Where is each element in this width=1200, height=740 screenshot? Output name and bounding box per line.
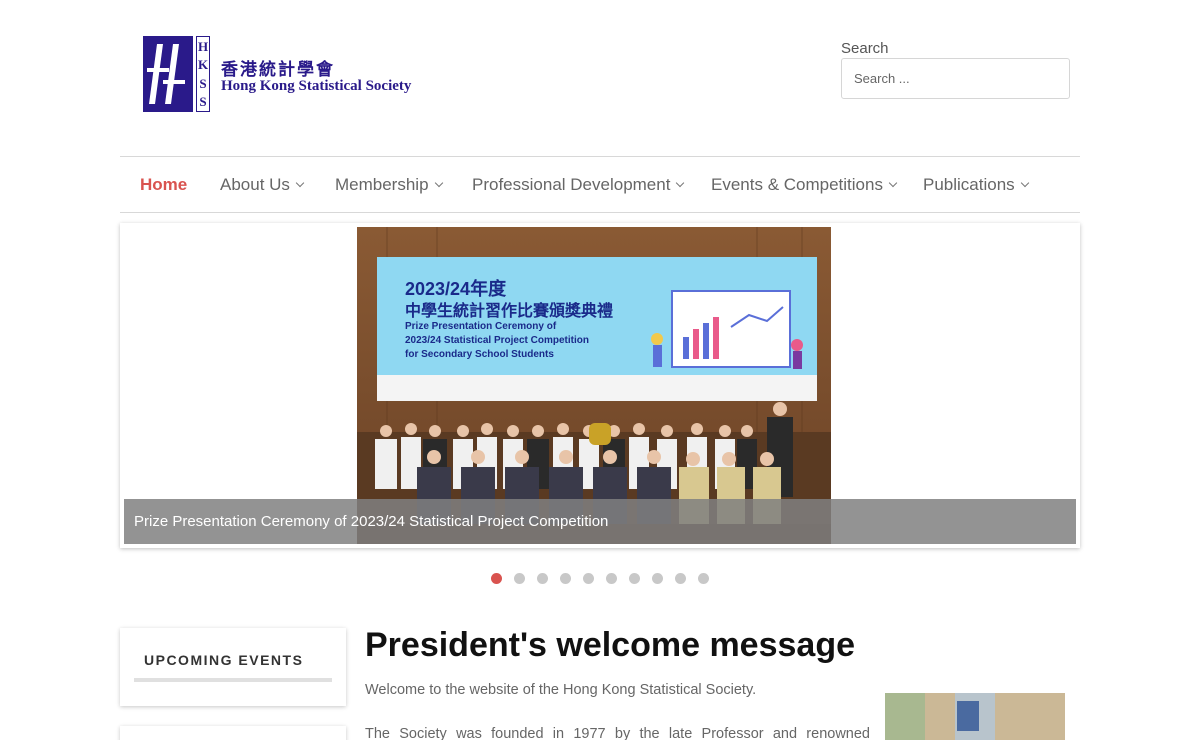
slider-dot[interactable] [514,573,525,584]
logo-letter: S [199,94,207,110]
image-slider[interactable]: 2023/24年度 中學生統計習作比賽頒獎典禮 Prize Presentati… [120,223,1080,548]
search-label: Search [841,40,889,57]
nav-item-label: Home [140,174,188,194]
nav-item-professional-development[interactable]: Professional Development [472,157,685,212]
history-paragraph: The Society was founded in 1977 by the l… [365,726,870,740]
logo-name-english: Hong Kong Statistical Society [221,78,412,94]
banner-line-1: Prize Presentation Ceremony of [405,321,557,332]
chevron-down-icon [676,178,685,187]
slider-dot[interactable] [606,573,617,584]
logo-letters: H K S S [196,36,210,112]
slider-dot[interactable] [491,573,502,584]
main-nav: Home About Us Membership Professional De… [120,156,1080,213]
nav-item-home[interactable]: Home [140,157,187,212]
logo-letter: H [197,38,209,54]
slider-dot[interactable] [537,573,548,584]
search-input[interactable] [841,58,1070,99]
upcoming-events-title: UPCOMING EVENTS [144,652,304,668]
nav-item-events-competitions[interactable]: Events & Competitions [711,157,898,212]
chevron-down-icon [434,178,443,187]
logo-name-chinese: 香港統計學會 [221,60,335,80]
logo-mark-icon [143,36,193,112]
slider-dot[interactable] [652,573,663,584]
nav-item-label: Publications [923,174,1015,194]
slide-image[interactable]: 2023/24年度 中學生統計習作比賽頒獎典禮 Prize Presentati… [357,227,831,544]
logo-letter: S [199,75,207,91]
nav-item-publications[interactable]: Publications [923,157,1029,212]
slider-pagination [491,573,721,584]
chevron-down-icon [295,178,305,187]
banner-line-3: for Secondary School Students [405,349,554,360]
widget-divider [134,678,332,682]
page-title: President's welcome message [365,626,855,664]
slider-dot[interactable] [675,573,686,584]
welcome-paragraph: Welcome to the website of the Hong Kong … [365,682,757,698]
upcoming-events-widget: UPCOMING EVENTS [120,628,346,706]
banner-line-2: 2023/24 Statistical Project Competition [405,335,589,346]
nav-item-about-us[interactable]: About Us [220,157,305,212]
chevron-down-icon [888,178,898,187]
nav-item-label: Membership [335,174,429,194]
nav-item-label: About Us [220,174,290,194]
nav-item-membership[interactable]: Membership [335,157,443,212]
slide-caption-text: Prize Presentation Ceremony of 2023/24 S… [134,513,609,530]
sidebar-widget [120,726,346,740]
site-logo[interactable]: H K S S 香港統計學會 Hong Kong Statistical Soc… [143,36,423,114]
president-photo [885,693,1065,740]
slider-dot[interactable] [560,573,571,584]
slider-dot[interactable] [629,573,640,584]
slider-dot[interactable] [583,573,594,584]
slide-caption: Prize Presentation Ceremony of 2023/24 S… [124,499,1076,544]
nav-item-label: Professional Development [472,174,671,194]
slider-dot[interactable] [698,573,709,584]
nav-item-label: Events & Competitions [711,174,883,194]
logo-letter: K [197,57,209,73]
chevron-down-icon [1020,178,1029,187]
banner-title-chinese: 中學生統計習作比賽頒獎典禮 [405,301,614,320]
